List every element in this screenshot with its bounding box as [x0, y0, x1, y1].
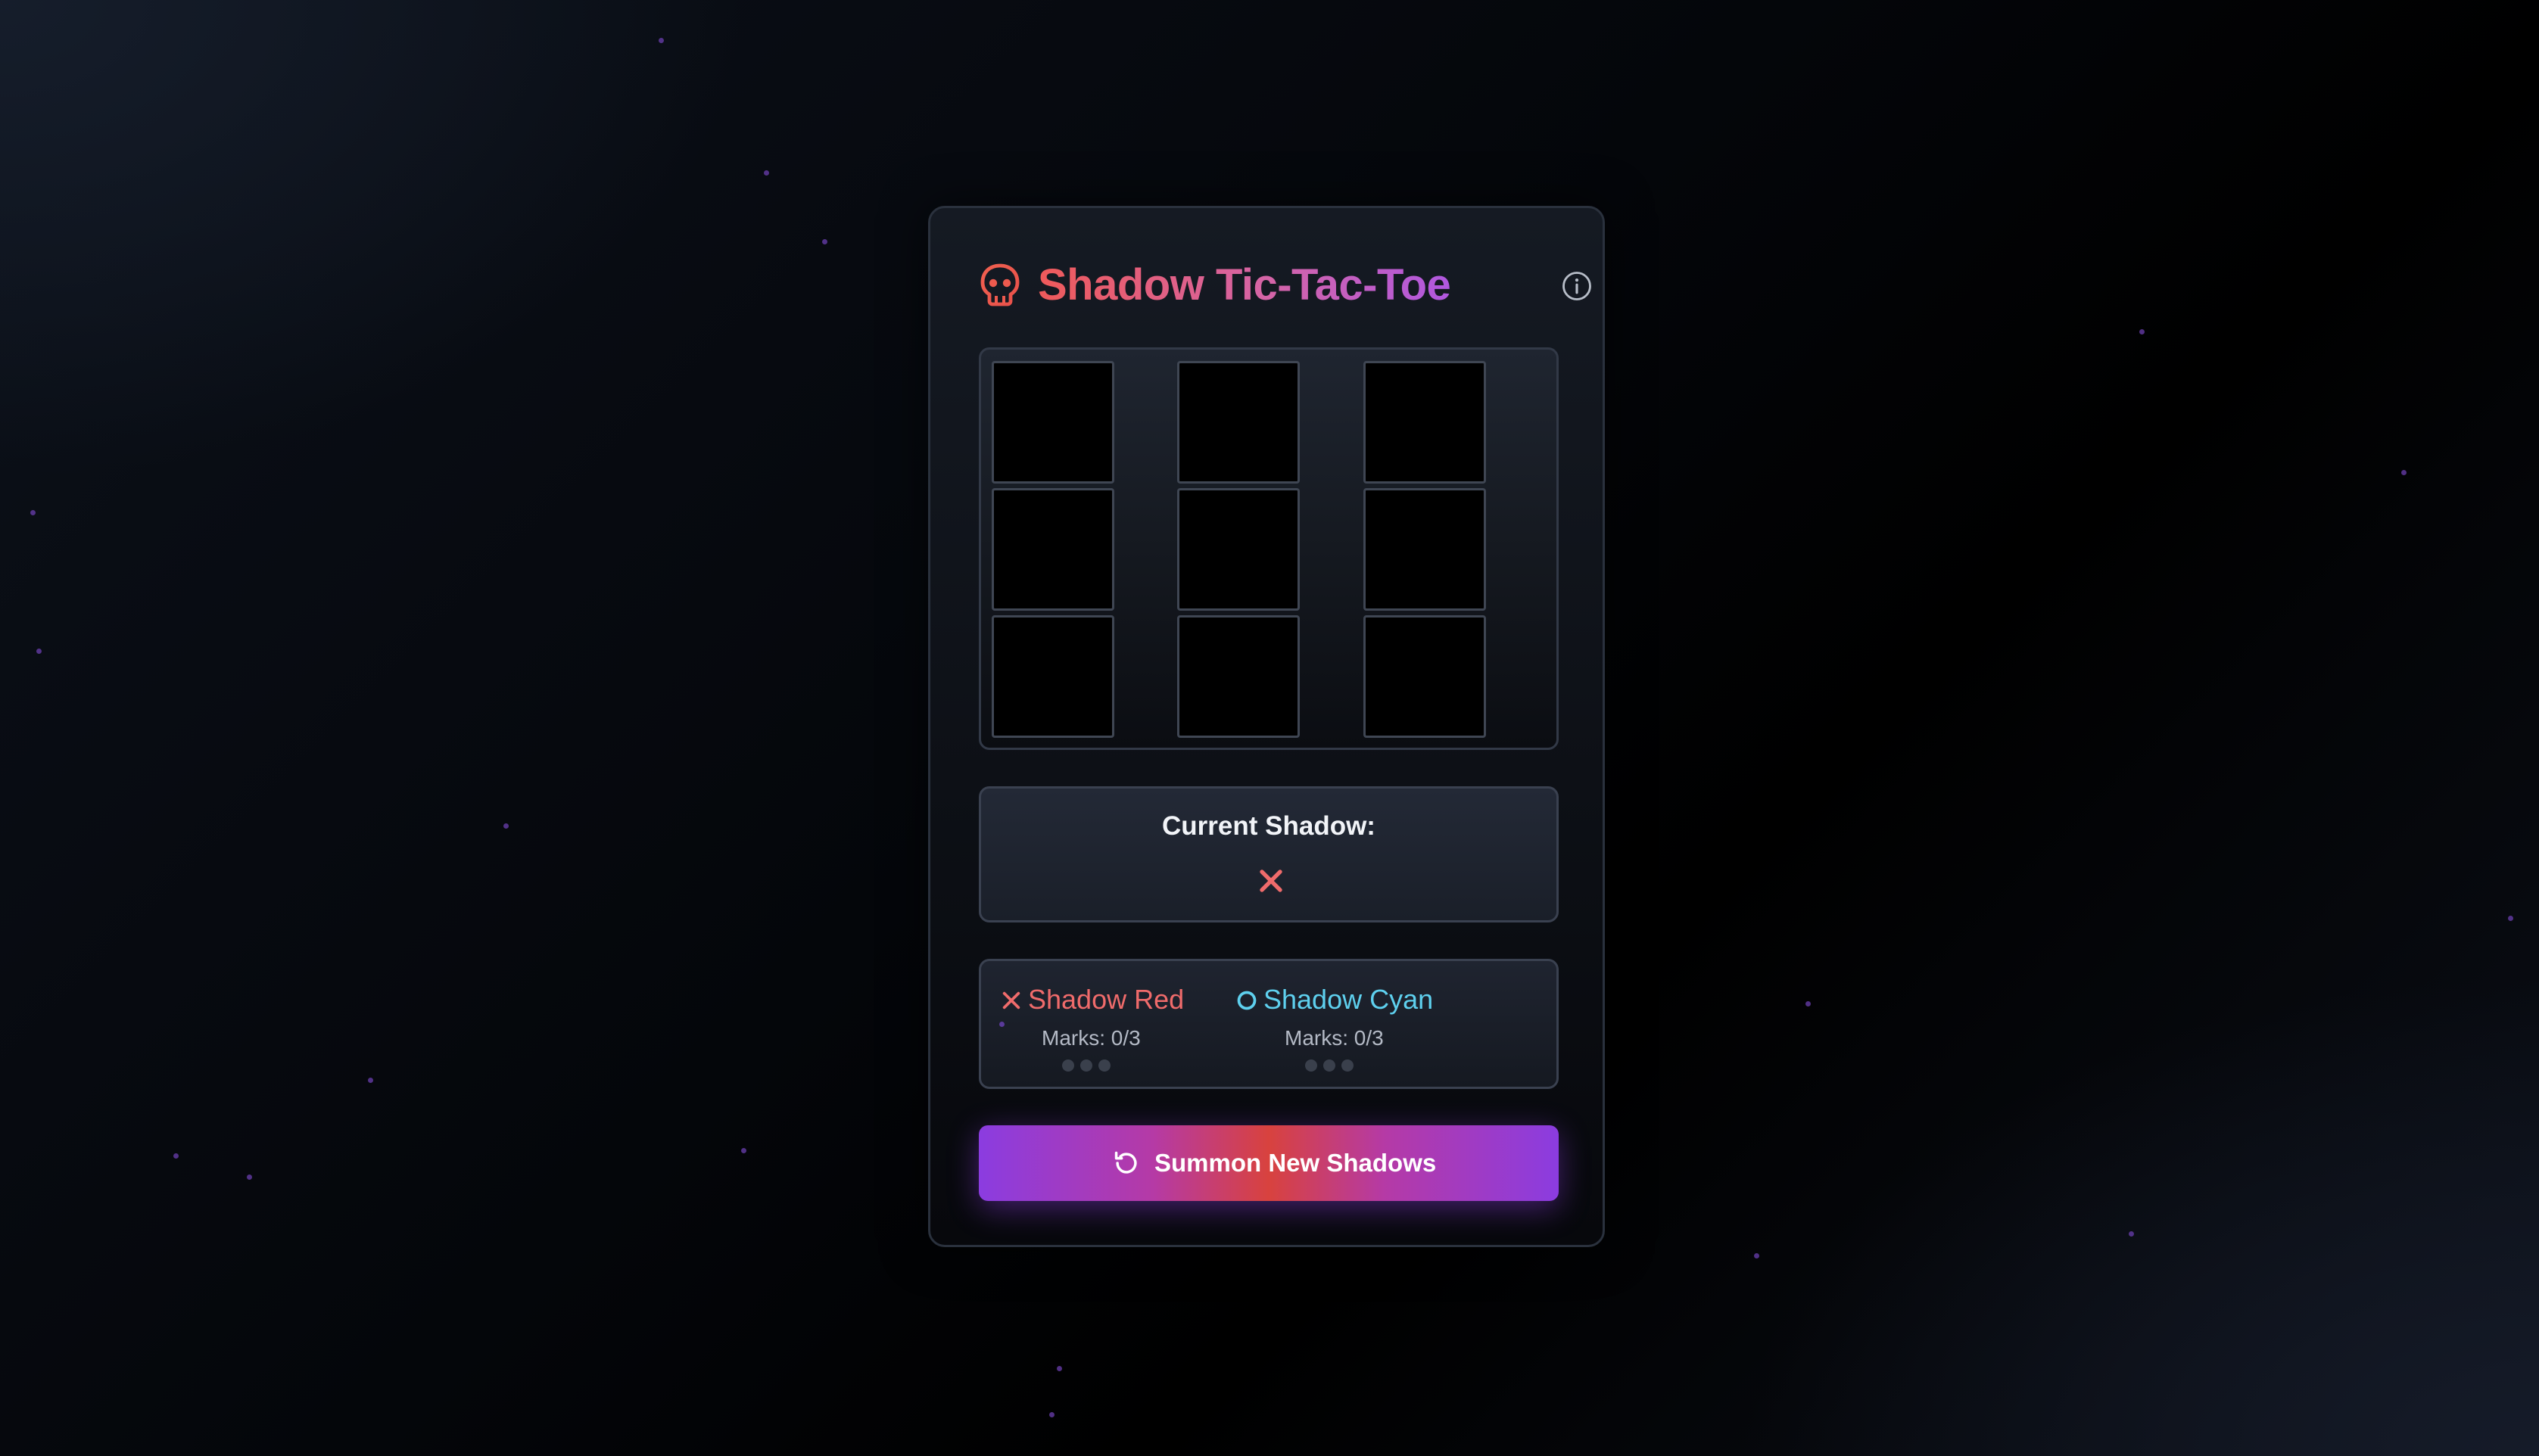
mark-dot	[1062, 1059, 1074, 1072]
game-header: Shadow Tic-Tac-Toe	[979, 257, 1591, 317]
star	[173, 1153, 179, 1159]
x-icon	[1001, 990, 1022, 1011]
star	[764, 170, 769, 176]
summon-button-label: Summon New Shadows	[1154, 1149, 1437, 1177]
board-cell[interactable]	[1363, 488, 1486, 611]
star	[2508, 916, 2513, 921]
o-icon	[1236, 990, 1257, 1011]
refresh-icon	[1112, 1149, 1141, 1178]
game-card: Shadow Tic-Tac-Toe Current Shadow: Shado…	[928, 206, 1605, 1247]
current-shadow-panel: Current Shadow:	[979, 786, 1559, 922]
star	[1805, 1001, 1811, 1006]
board-cell[interactable]	[1363, 615, 1486, 738]
current-shadow-label: Current Shadow:	[1162, 811, 1375, 841]
skull-icon	[979, 263, 1021, 310]
page-title: Shadow Tic-Tac-Toe	[1038, 258, 1451, 313]
player-marks: Marks: 0/3	[1042, 1026, 1141, 1050]
star	[503, 823, 509, 829]
board-cell[interactable]	[992, 361, 1114, 484]
board-cell[interactable]	[992, 615, 1114, 738]
board-cell[interactable]	[1177, 615, 1300, 738]
mark-dot	[1341, 1059, 1354, 1072]
marks-indicator	[1305, 1059, 1354, 1072]
player-name: Shadow Red	[1028, 984, 1185, 1015]
player-marks: Marks: 0/3	[1285, 1026, 1384, 1050]
player-name: Shadow Cyan	[1263, 984, 1434, 1015]
player-red: Shadow Red Marks: 0/3	[1001, 982, 1228, 1081]
mark-dot	[1080, 1059, 1092, 1072]
mark-dot	[1323, 1059, 1335, 1072]
star	[368, 1078, 373, 1083]
board-cell[interactable]	[1363, 361, 1486, 484]
marks-indicator	[1062, 1059, 1111, 1072]
summon-new-shadows-button[interactable]: Summon New Shadows	[979, 1125, 1559, 1201]
board-cell[interactable]	[992, 488, 1114, 611]
game-board	[979, 347, 1559, 750]
player-cyan: Shadow Cyan Marks: 0/3	[1236, 982, 1463, 1081]
board-cell[interactable]	[1177, 361, 1300, 484]
star	[36, 649, 42, 654]
star	[741, 1148, 746, 1153]
star	[1057, 1366, 1062, 1371]
star	[1049, 1412, 1055, 1417]
star	[247, 1174, 252, 1180]
star	[2139, 329, 2145, 334]
star	[2401, 470, 2407, 475]
star	[1754, 1253, 1759, 1258]
x-icon	[1257, 867, 1285, 894]
mark-dot	[1098, 1059, 1111, 1072]
star	[659, 38, 664, 43]
star	[30, 510, 36, 515]
players-panel: Shadow Red Marks: 0/3 Shadow Cyan Marks:…	[979, 959, 1559, 1089]
star	[822, 239, 827, 244]
info-icon[interactable]	[1561, 270, 1593, 302]
mark-dot	[1305, 1059, 1317, 1072]
board-cell[interactable]	[1177, 488, 1300, 611]
star	[2129, 1231, 2134, 1237]
